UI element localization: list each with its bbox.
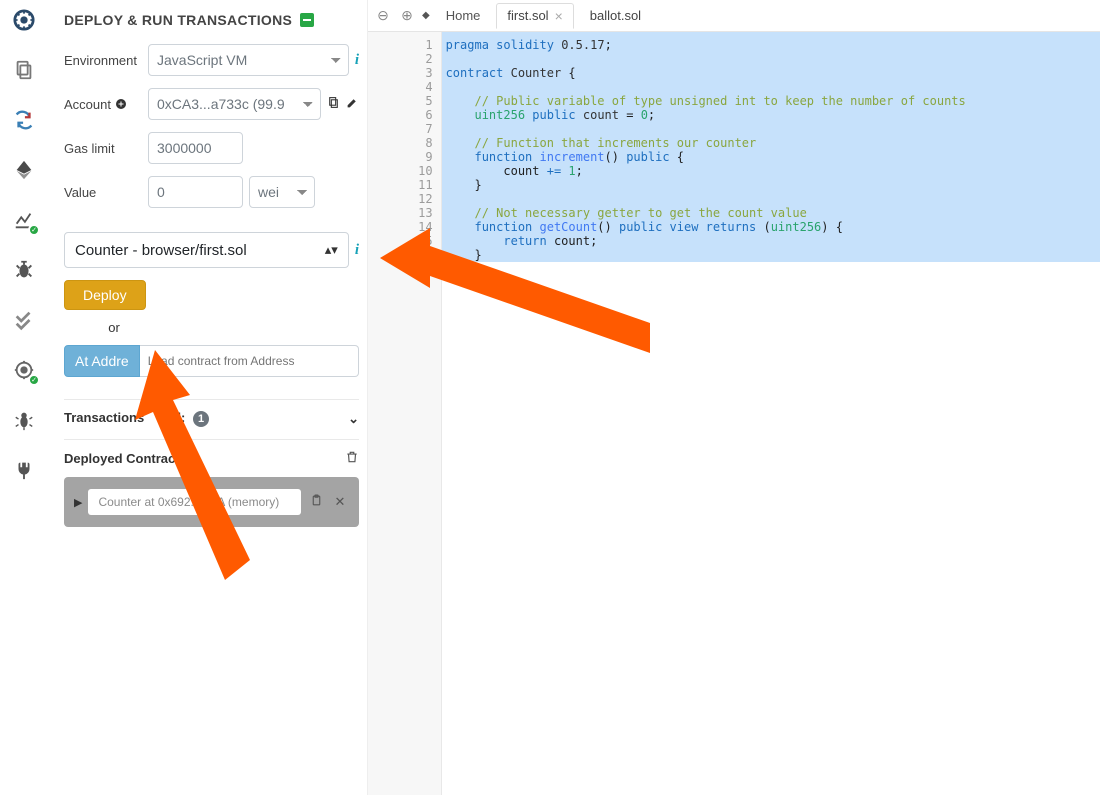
- deploy-icon[interactable]: [10, 156, 38, 184]
- chevron-down-icon[interactable]: ⌄: [348, 411, 359, 427]
- value-label: Value: [64, 185, 142, 200]
- environment-select[interactable]: JavaScript VM: [148, 44, 349, 76]
- deployed-contracts-section: Deployed Contracts: [64, 439, 359, 467]
- chevron-right-icon[interactable]: ▶: [74, 496, 82, 509]
- deploy-button[interactable]: Deploy: [64, 280, 146, 310]
- deploy-panel: DEPLOY & RUN TRANSACTIONS Environment Ja…: [48, 0, 368, 795]
- trash-icon[interactable]: [345, 450, 359, 467]
- tab-ballot[interactable]: ballot.sol: [580, 4, 651, 27]
- line-gutter: 1 2 3 4 5 6 7 8 9 10 11 12 13 14 15 16: [368, 32, 442, 795]
- icon-bar: [0, 0, 48, 795]
- plugin-icon[interactable]: [10, 456, 38, 484]
- close-icon[interactable]: ✕: [331, 494, 349, 510]
- close-icon[interactable]: ×: [555, 8, 563, 24]
- bug-icon[interactable]: [10, 406, 38, 434]
- gas-limit-label: Gas limit: [64, 141, 142, 156]
- tab-home[interactable]: Home: [436, 4, 491, 27]
- checkmark-icon[interactable]: [10, 306, 38, 334]
- code-area[interactable]: pragma solidity 0.5.17; contract Counter…: [442, 32, 1100, 795]
- plus-circle-icon[interactable]: [115, 98, 127, 110]
- instance-name[interactable]: Counter at 0x692...7 A (memory): [88, 489, 301, 515]
- info-icon[interactable]: i: [355, 52, 359, 69]
- compiler-icon[interactable]: [10, 106, 38, 134]
- account-label: Account: [64, 97, 142, 112]
- gas-limit-input[interactable]: [148, 132, 243, 164]
- at-address-button[interactable]: At Addre: [64, 345, 140, 377]
- account-select[interactable]: 0xCA3...a733c (99.9: [148, 88, 321, 120]
- contract-instance: ▶ Counter at 0x692...7 A (memory) ✕: [64, 477, 359, 527]
- load-address-input[interactable]: [140, 345, 359, 377]
- panel-title: DEPLOY & RUN TRANSACTIONS: [64, 12, 359, 28]
- info-icon[interactable]: i: [355, 242, 359, 259]
- environment-label: Environment: [64, 53, 142, 68]
- logo-icon[interactable]: [10, 6, 38, 34]
- tab-first[interactable]: first.sol×: [496, 3, 573, 29]
- updown-icon: ▴▾: [325, 242, 338, 258]
- contract-select[interactable]: Counter - browser/first.sol ▴▾: [64, 232, 349, 268]
- value-input[interactable]: [148, 176, 243, 208]
- tx-count-badge: 1: [193, 411, 209, 427]
- debugger-icon[interactable]: [10, 256, 38, 284]
- edit-icon[interactable]: [346, 96, 359, 112]
- tab-bar: ⊖ ⊕ ◆ Home first.sol× ballot.sol: [368, 0, 1100, 32]
- zoom-out-icon[interactable]: ⊖: [374, 7, 392, 24]
- check-badge-icon: [28, 224, 40, 236]
- analysis-icon[interactable]: [10, 206, 38, 234]
- transactions-recorded-section[interactable]: Transactions ied: 1 ⌄: [64, 399, 359, 427]
- docs-icon[interactable]: [300, 13, 314, 27]
- ethereum-icon: ◆: [422, 10, 430, 21]
- value-unit-select[interactable]: wei: [249, 176, 315, 208]
- gas-icon[interactable]: [10, 356, 38, 384]
- zoom-in-icon[interactable]: ⊕: [398, 7, 416, 24]
- file-explorer-icon[interactable]: [10, 56, 38, 84]
- check-badge-icon: [28, 374, 40, 386]
- clipboard-icon[interactable]: [307, 494, 325, 510]
- or-text: or: [64, 320, 164, 335]
- editor: ⊖ ⊕ ◆ Home first.sol× ballot.sol 1 2 3 4…: [368, 0, 1100, 795]
- copy-icon[interactable]: [327, 96, 340, 112]
